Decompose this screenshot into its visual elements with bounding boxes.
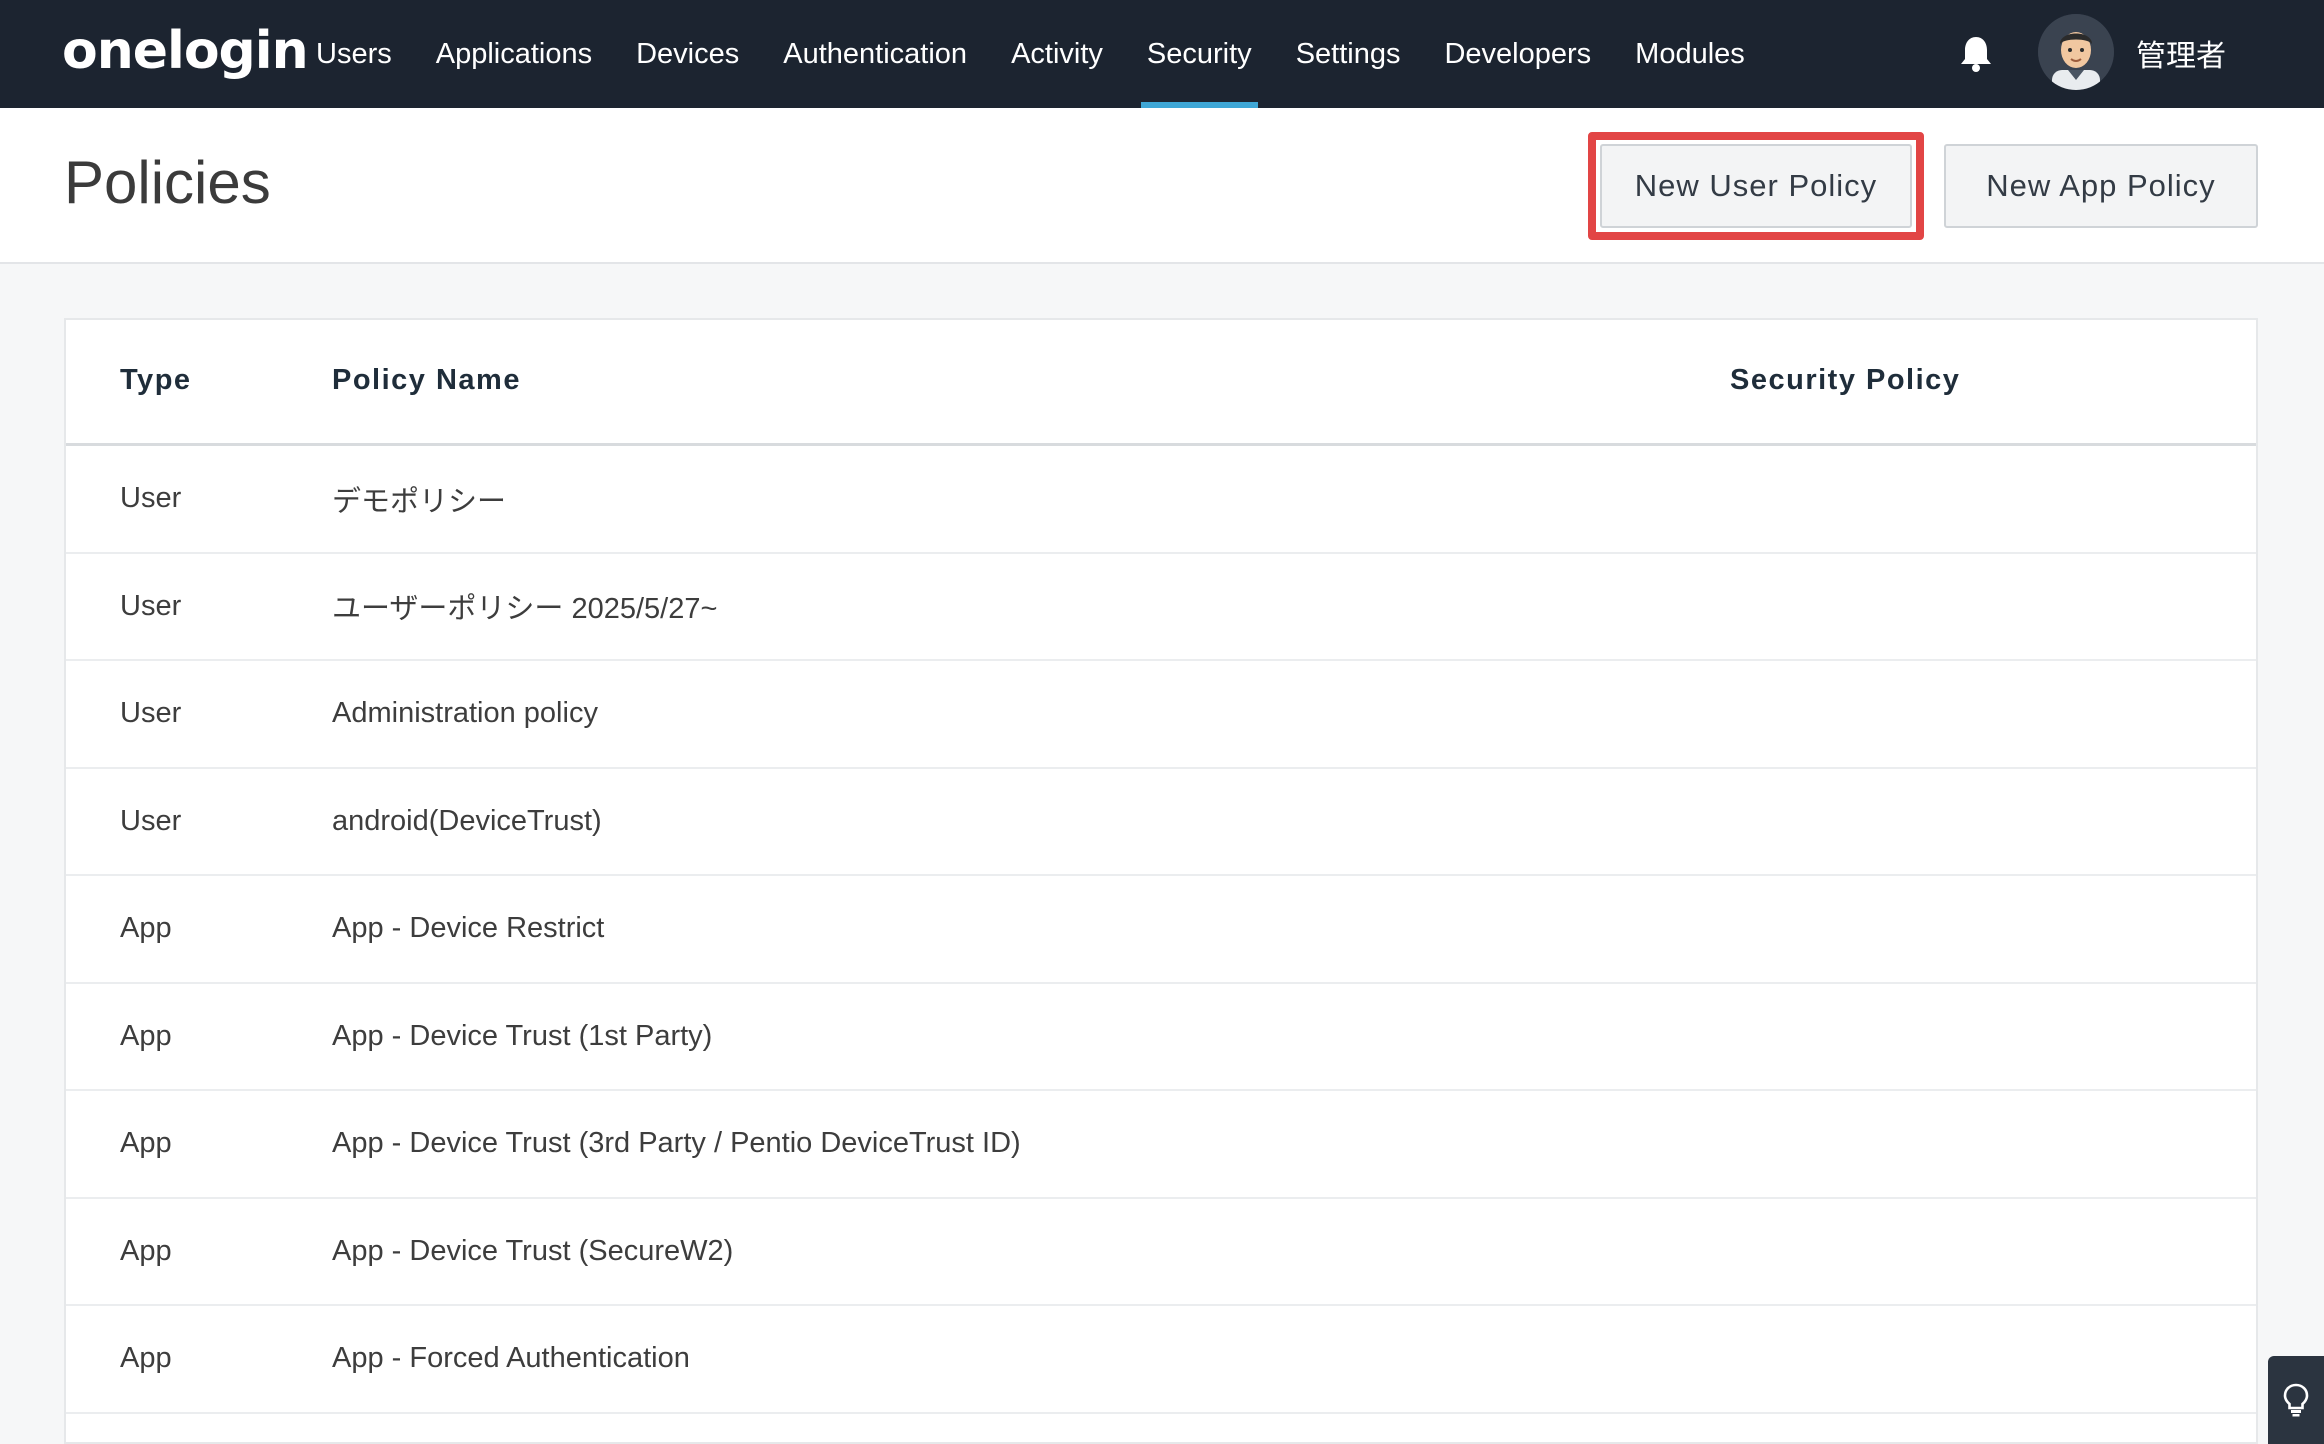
policy-type: User: [120, 697, 182, 729]
policy-name[interactable]: App - Forced Authentication: [332, 1306, 690, 1411]
user-name[interactable]: 管理者: [2136, 28, 2226, 78]
policy-name[interactable]: デモポリシー: [332, 446, 506, 551]
nav-item-settings[interactable]: Settings: [1274, 0, 1423, 108]
nav-item-developers[interactable]: Developers: [1422, 0, 1613, 108]
table-row[interactable]: App App - Device Trust (SecureW2): [66, 1199, 2256, 1306]
nav-item-security[interactable]: Security: [1125, 0, 1274, 108]
nav-item-modules[interactable]: Modules: [1613, 0, 1767, 108]
policy-name[interactable]: android(DeviceTrust): [332, 769, 602, 874]
top-navigation: onelogin Users Applications Devices Auth…: [0, 0, 2324, 108]
policy-name[interactable]: Administration policy: [332, 661, 598, 766]
policy-type: App: [120, 912, 172, 944]
policy-name[interactable]: App - Device Trust (3rd Party / Pentio D…: [332, 1091, 1021, 1196]
lightbulb-icon[interactable]: [2268, 1356, 2324, 1444]
policy-type: App: [120, 1234, 172, 1267]
new-app-policy-button[interactable]: New App Policy: [1944, 144, 2258, 228]
nav-item-activity[interactable]: Activity: [989, 0, 1125, 108]
page-header: Policies New User Policy New App Policy: [0, 108, 2324, 264]
policy-name[interactable]: App - Device Restrict: [332, 876, 604, 981]
column-header-security-policy[interactable]: Security Policy: [1730, 364, 1960, 397]
avatar[interactable]: [2038, 14, 2114, 90]
nav-item-authentication[interactable]: Authentication: [761, 0, 989, 108]
policy-name[interactable]: ユーザーポリシー 2025/5/27~: [332, 554, 717, 659]
table-row[interactable]: User android(DeviceTrust): [66, 769, 2256, 876]
policy-type: User: [120, 804, 182, 837]
policies-table: Type Policy Name Security Policy User デモ…: [64, 318, 2258, 1444]
policy-type: App: [120, 1019, 172, 1052]
policy-name[interactable]: App - Device Trust (SecureW2): [332, 1199, 733, 1304]
table-row[interactable]: App App - Device Trust (1st Party): [66, 984, 2256, 1091]
new-user-policy-button[interactable]: New User Policy: [1600, 144, 1912, 228]
table-row[interactable]: User Administration policy: [66, 661, 2256, 769]
column-header-type[interactable]: Type: [120, 364, 192, 397]
table-row[interactable]: App App - Device Trust (3rd Party / Pent…: [66, 1091, 2256, 1199]
nav-menu: Users Applications Devices Authenticatio…: [294, 0, 1767, 108]
onelogin-logo[interactable]: onelogin: [62, 18, 309, 84]
table-row[interactable]: User ユーザーポリシー 2025/5/27~: [66, 554, 2256, 661]
page-title: Policies: [64, 149, 271, 216]
bell-icon[interactable]: [1958, 34, 1994, 74]
policy-type: App: [120, 1127, 172, 1159]
table-header: Type Policy Name Security Policy: [66, 320, 2256, 446]
column-header-policy-name[interactable]: Policy Name: [332, 364, 521, 397]
nav-item-devices[interactable]: Devices: [614, 0, 761, 108]
policy-name[interactable]: App - Device Trust (1st Party): [332, 984, 712, 1089]
nav-item-users[interactable]: Users: [294, 0, 414, 108]
policy-type: App: [120, 1342, 172, 1374]
policy-type: User: [120, 589, 182, 622]
table-row[interactable]: App App - Forced Authentication: [66, 1306, 2256, 1414]
table-row[interactable]: App App - Device Restrict: [66, 876, 2256, 984]
nav-item-applications[interactable]: Applications: [414, 0, 614, 108]
table-row[interactable]: User デモポリシー: [66, 446, 2256, 554]
policy-type: User: [120, 482, 182, 514]
